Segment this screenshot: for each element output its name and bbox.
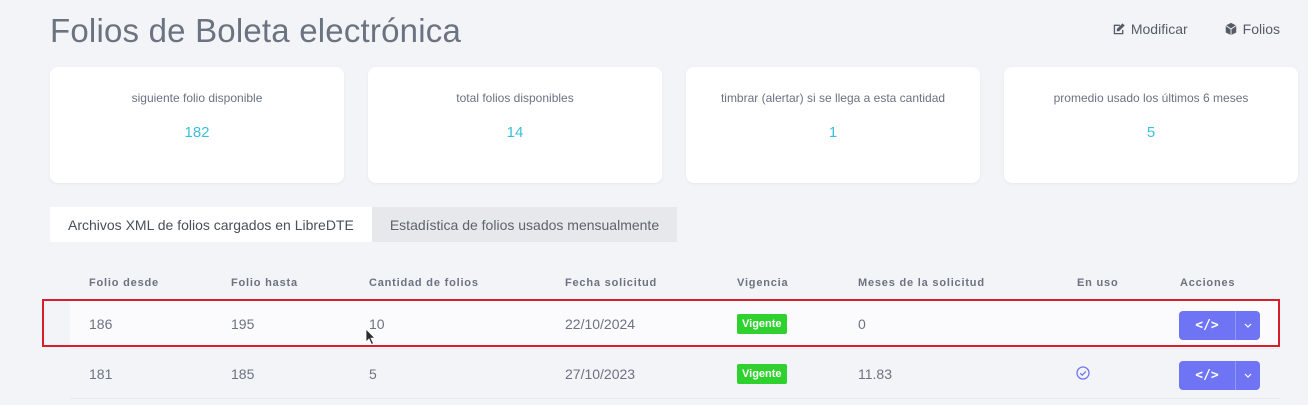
stat-card-total-folios: total folios disponibles 14 (368, 67, 662, 183)
column-header: Folio hasta (231, 277, 298, 289)
column-header: Folio desde (89, 277, 159, 289)
vigencia-badge: Vigente (737, 364, 787, 384)
modificar-label: Modificar (1130, 21, 1188, 37)
stat-value: 182 (184, 124, 210, 141)
table-row: 181 185 5 27/10/2023 Vigente 11.83 </> (70, 351, 1280, 399)
page-title: Folios de Boleta electrónica (50, 12, 461, 49)
top-actions: Modificar Folios (1112, 21, 1280, 37)
column-header: Cantidad de folios (369, 277, 479, 289)
stat-value: 1 (828, 124, 838, 141)
folio-desde-cell: 181 (89, 366, 113, 382)
stat-card-promedio: promedio usado los últimos 6 meses 5 (1004, 67, 1298, 183)
highlight-annotation (42, 299, 1280, 347)
folio-hasta-cell: 185 (231, 366, 255, 382)
acciones-button[interactable]: </> (1179, 361, 1260, 390)
edit-icon (1113, 23, 1125, 35)
modificar-button[interactable]: Modificar (1112, 21, 1188, 37)
cantidad-cell: 5 (369, 366, 377, 382)
chevron-down-icon[interactable] (1235, 361, 1260, 390)
stat-value: 14 (506, 124, 524, 141)
stat-card-siguiente-folio: siguiente folio disponible 182 (50, 67, 344, 183)
stat-label: timbrar (alertar) si se llega a esta can… (720, 91, 946, 105)
column-header: Meses de la solicitud (858, 277, 985, 289)
stat-label: total folios disponibles (456, 91, 574, 105)
column-header: Vigencia (737, 277, 789, 289)
mouse-cursor-icon (365, 328, 376, 346)
tab-estadistica[interactable]: Estadística de folios usados mensualment… (371, 207, 678, 242)
stat-label: promedio usado los últimos 6 meses (1053, 91, 1249, 105)
tab-bar: Archivos XML de folios cargados en Libre… (50, 207, 678, 242)
code-icon[interactable]: </> (1179, 361, 1235, 390)
tab-archivos-xml[interactable]: Archivos XML de folios cargados en Libre… (50, 207, 372, 242)
column-header: Fecha solicitud (565, 277, 658, 289)
meses-cell: 11.83 (858, 366, 892, 382)
column-header: En uso (1077, 277, 1119, 289)
stat-label: siguiente folio disponible (131, 91, 263, 105)
fecha-cell: 27/10/2023 (565, 366, 636, 382)
cube-icon (1225, 22, 1237, 36)
check-circle-icon (1076, 366, 1090, 380)
stat-card-timbrar-alerta: timbrar (alertar) si se llega a esta can… (686, 67, 980, 183)
folios-label: Folios (1242, 21, 1280, 37)
stat-value: 5 (1146, 124, 1156, 141)
folios-button[interactable]: Folios (1224, 21, 1280, 37)
column-header: Acciones (1180, 277, 1236, 289)
